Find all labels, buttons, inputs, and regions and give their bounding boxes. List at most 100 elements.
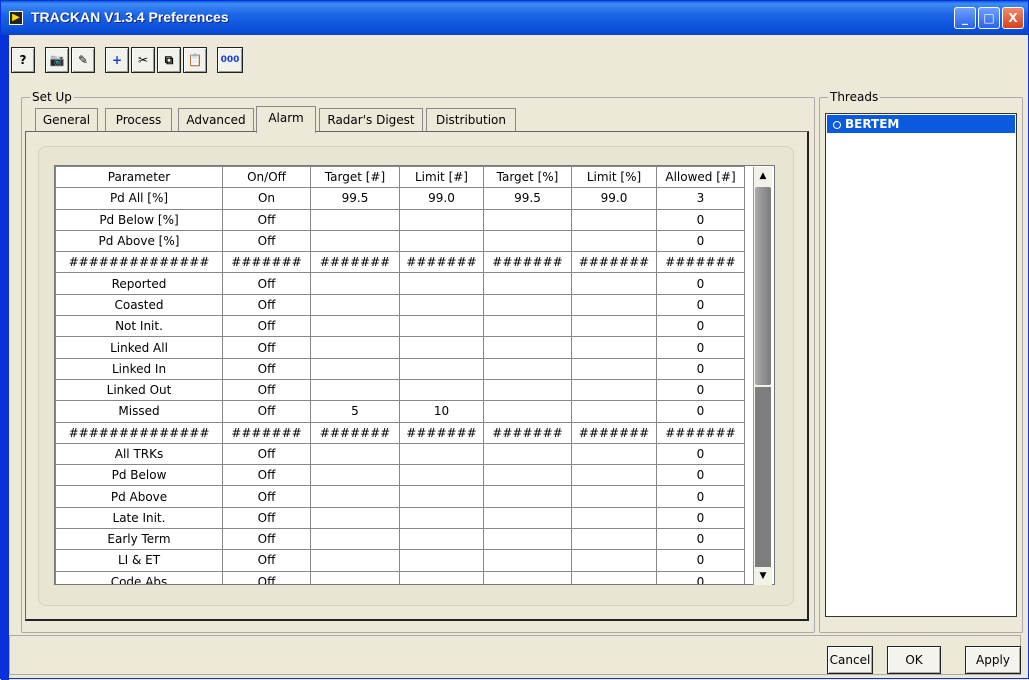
value-cell[interactable] [571,485,657,508]
value-cell[interactable] [399,336,484,359]
value-cell[interactable]: Off [222,485,311,508]
value-cell[interactable] [310,229,400,253]
value-cell[interactable] [399,528,484,551]
parameter-cell[interactable]: LI & ET [55,549,223,572]
value-cell[interactable]: ####### [656,421,745,444]
scroll-up-arrow-icon[interactable]: ▲ [754,167,772,185]
value-cell[interactable] [571,528,657,551]
value-cell[interactable]: 0 [656,229,745,253]
cancel-button[interactable]: Cancel [827,646,873,674]
maximize-button[interactable]: □ [978,7,1000,29]
value-cell[interactable]: Off [222,549,311,572]
value-cell[interactable]: 0 [656,506,745,530]
value-cell[interactable]: ####### [656,251,745,274]
value-cell[interactable] [310,272,400,295]
value-cell[interactable]: ####### [571,421,657,444]
parameter-cell[interactable]: Pd Below [55,464,223,487]
value-cell[interactable] [483,357,572,380]
table-row[interactable]: Pd Below [%] Off 0 [55,208,745,231]
value-cell[interactable] [571,400,657,423]
value-cell[interactable]: Off [222,378,311,402]
value-cell[interactable]: 99.0 [399,187,484,210]
table-row[interactable]: Pd Below Off 0 [55,464,745,487]
paste-button[interactable]: 📋 [183,47,207,73]
value-cell[interactable] [483,208,572,231]
value-cell[interactable] [310,315,400,338]
value-cell[interactable]: 99.5 [483,187,572,210]
numeric-format-button[interactable]: 000 [217,47,243,73]
value-cell[interactable] [483,272,572,295]
value-cell[interactable] [310,336,400,359]
value-cell[interactable] [310,208,400,231]
scroll-down-arrow-icon[interactable]: ▼ [754,567,772,585]
add-button[interactable]: + [105,47,129,73]
help-button[interactable]: ? [11,47,35,73]
value-cell[interactable] [399,229,484,253]
value-cell[interactable]: 0 [656,293,745,317]
parameter-cell[interactable]: Late Init. [55,506,223,530]
value-cell[interactable]: 10 [399,400,484,423]
parameter-cell[interactable]: Linked Out [55,378,223,402]
parameter-cell[interactable]: Early Term [55,528,223,551]
value-cell[interactable] [310,506,400,530]
value-cell[interactable] [571,549,657,572]
value-cell[interactable]: 99.5 [310,187,400,210]
parameter-cell[interactable]: Pd Below [%] [55,208,223,231]
value-cell[interactable] [399,208,484,231]
value-cell[interactable] [310,528,400,551]
value-cell[interactable] [483,315,572,338]
value-cell[interactable] [399,357,484,380]
value-cell[interactable]: 0 [656,485,745,508]
table-row[interactable]: Pd Above Off 0 [55,485,745,508]
parameter-cell[interactable]: Coasted [55,293,223,317]
value-cell[interactable]: 0 [656,315,745,338]
value-cell[interactable]: ####### [222,421,311,444]
value-cell[interactable] [571,464,657,487]
value-cell[interactable] [399,464,484,487]
parameter-cell[interactable]: ############## [55,251,223,274]
value-cell[interactable]: ####### [483,421,572,444]
table-row[interactable]: Pd Above [%] Off 0 [55,229,745,253]
value-cell[interactable] [399,485,484,508]
value-cell[interactable]: ####### [483,251,572,274]
value-cell[interactable] [399,378,484,402]
tab-process[interactable]: Process [105,108,172,132]
value-cell[interactable] [483,549,572,572]
value-cell[interactable] [483,336,572,359]
table-row[interactable]: Missed Off 5 10 0 [55,400,745,423]
value-cell[interactable]: ####### [222,251,311,274]
tab-distribution[interactable]: Distribution [426,108,516,132]
table-row[interactable]: ############## ####### ####### ####### #####… [55,421,745,444]
copy-button[interactable]: ⧉ [157,47,181,73]
alarm-parameters-table[interactable]: Parameter On/Off Target [#] Limit [#] Ta… [54,165,775,585]
cut-button[interactable]: ✂ [131,47,155,73]
close-button[interactable]: X [1002,7,1024,29]
value-cell[interactable]: 0 [656,549,745,572]
value-cell[interactable]: ####### [310,251,400,274]
value-cell[interactable]: 0 [656,272,745,295]
value-cell[interactable] [571,570,657,584]
value-cell[interactable] [483,442,572,466]
value-cell[interactable] [310,357,400,380]
value-cell[interactable] [571,506,657,530]
value-cell[interactable]: Off [222,442,311,466]
value-cell[interactable] [310,293,400,317]
value-cell[interactable] [483,485,572,508]
table-row[interactable]: ############## ####### ####### ####### #####… [55,251,745,274]
value-cell[interactable] [399,506,484,530]
tab-radars-digest[interactable]: Radar's Digest [319,108,423,132]
table-row[interactable]: Linked Out Off 0 [55,378,745,402]
value-cell[interactable]: Off [222,315,311,338]
value-cell[interactable]: 0 [656,336,745,359]
value-cell[interactable] [571,357,657,380]
parameter-cell[interactable]: Missed [55,400,223,423]
value-cell[interactable]: Off [222,229,311,253]
scrollbar-thumb[interactable] [755,187,771,385]
value-cell[interactable] [483,229,572,253]
parameter-cell[interactable]: Not Init. [55,315,223,338]
edit-button[interactable]: ✎ [71,47,95,73]
table-row[interactable]: Coasted Off 0 [55,293,745,317]
value-cell[interactable]: 0 [656,208,745,231]
value-cell[interactable] [483,378,572,402]
value-cell[interactable] [310,549,400,572]
